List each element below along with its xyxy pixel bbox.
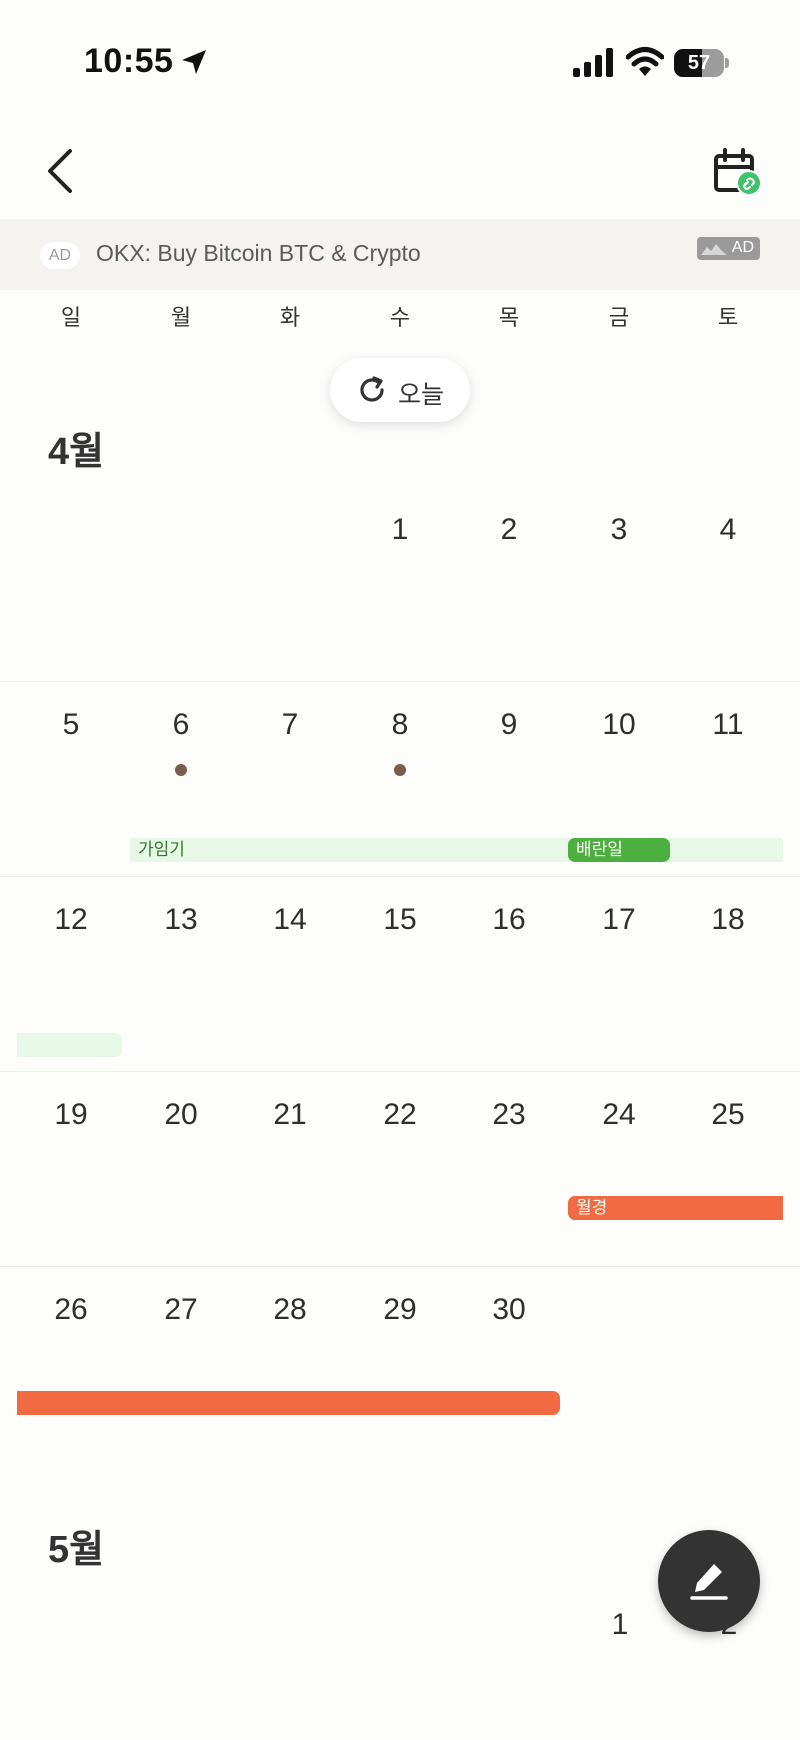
- cellular-signal-icon: [573, 48, 613, 77]
- weekday-label: 수: [389, 305, 411, 330]
- day-cell[interactable]: 19: [16, 1098, 126, 1132]
- ad-network-icon: [701, 244, 727, 255]
- day-cell[interactable]: 29: [345, 1293, 455, 1327]
- today-label: 오늘: [398, 381, 445, 409]
- month-title-may: 5월: [48, 1529, 105, 1571]
- day-cell[interactable]: 3: [564, 513, 674, 547]
- weekday-label: 목: [498, 305, 520, 330]
- ad-label: AD: [40, 242, 80, 269]
- day-cell[interactable]: 14: [235, 903, 345, 937]
- day-cell[interactable]: 1: [565, 1608, 675, 1642]
- day-cell[interactable]: 13: [126, 903, 236, 937]
- day-cell[interactable]: 17: [564, 903, 674, 937]
- calendar-share-button[interactable]: [712, 148, 764, 198]
- weekday-label: 화: [279, 305, 301, 330]
- day-cell[interactable]: 22: [345, 1098, 455, 1132]
- day-cell[interactable]: 11: [673, 708, 783, 742]
- day-cell[interactable]: 7: [235, 708, 345, 742]
- day-cell[interactable]: 2: [454, 513, 564, 547]
- day-cell[interactable]: 8: [345, 708, 455, 742]
- day-cell[interactable]: 25: [673, 1098, 783, 1132]
- day-cell[interactable]: 23: [454, 1098, 564, 1132]
- ad-text[interactable]: OKX: Buy Bitcoin BTC & Crypto: [96, 240, 421, 267]
- location-arrow-icon: [182, 50, 206, 74]
- day-cell[interactable]: 12: [16, 903, 126, 937]
- battery-indicator: 57: [674, 49, 730, 79]
- day-cell[interactable]: 10: [564, 708, 674, 742]
- pencil-icon: [690, 1564, 728, 1600]
- ovulation-day-bar[interactable]: 배란일: [568, 838, 670, 862]
- day-cell[interactable]: 24: [564, 1098, 674, 1132]
- day-cell[interactable]: 28: [235, 1293, 345, 1327]
- day-cell[interactable]: 6: [126, 708, 236, 742]
- day-cell[interactable]: 15: [345, 903, 455, 937]
- ad-tag: AD: [731, 239, 754, 256]
- write-note-button[interactable]: [658, 1530, 760, 1632]
- wifi-icon: [626, 47, 664, 76]
- weekday-label: 일: [60, 305, 82, 330]
- fertile-window-bar-continuation[interactable]: [17, 1033, 122, 1057]
- day-cell[interactable]: 21: [235, 1098, 345, 1132]
- day-cell[interactable]: 5: [16, 708, 126, 742]
- day-cell[interactable]: 9: [454, 708, 564, 742]
- event-dot: [394, 764, 406, 776]
- period-bar[interactable]: 월경: [568, 1196, 783, 1220]
- weekday-label: 월: [170, 305, 192, 330]
- battery-percent: 57: [687, 52, 711, 74]
- day-cell[interactable]: 18: [673, 903, 783, 937]
- day-cell[interactable]: 26: [16, 1293, 126, 1327]
- weekday-label: 금: [608, 305, 630, 330]
- status-time: 10:55: [84, 42, 174, 80]
- day-cell[interactable]: 4: [673, 513, 783, 547]
- event-dot: [175, 764, 187, 776]
- period-bar-continuation[interactable]: [17, 1391, 560, 1415]
- ad-choices-badge[interactable]: AD: [697, 237, 760, 260]
- day-cell[interactable]: 20: [126, 1098, 236, 1132]
- weekday-label: 토: [717, 305, 739, 330]
- day-cell[interactable]: 1: [345, 513, 455, 547]
- day-cell[interactable]: 27: [126, 1293, 236, 1327]
- month-title-april: 4월: [48, 431, 105, 473]
- refresh-icon: [360, 376, 384, 402]
- today-button[interactable]: 오늘: [330, 358, 470, 422]
- day-cell[interactable]: 16: [454, 903, 564, 937]
- fertile-window-bar[interactable]: 가임기: [130, 838, 783, 862]
- back-button[interactable]: [40, 145, 84, 197]
- day-cell[interactable]: 30: [454, 1293, 564, 1327]
